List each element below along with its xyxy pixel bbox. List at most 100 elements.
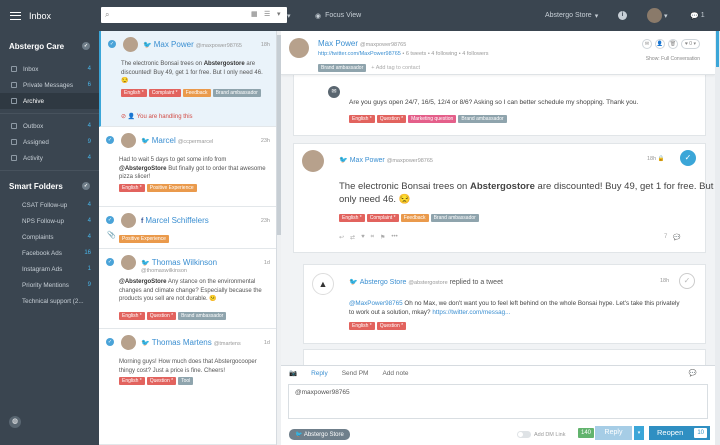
tag[interactable]: English * [119,312,145,320]
reply-count[interactable]: 7 💬 [664,234,681,241]
list-item[interactable]: ✓ 🐦 Marcel @ccpermarcel 23h Had to wait 5 … [99,127,276,207]
user-menu[interactable]: ▾ [647,0,668,31]
sidebar-item-archive[interactable]: Archive [0,93,99,109]
collapse-dropdown[interactable]: ▾ [287,0,291,31]
list-item[interactable]: ✓ 🐦 Thomas Martens @tmartens 1d Morning gu… [99,329,276,445]
store-selector[interactable]: Abstergo Store ▾ [545,0,598,31]
reopen-button[interactable]: Reopen 10 [649,426,710,440]
trash-icon[interactable]: 🗑 [667,39,678,49]
add-tag-link[interactable]: + Add tag to contact [371,65,420,71]
timestamp: 18h 🔒 [647,156,665,162]
tag[interactable]: Tool [178,377,194,385]
globe-icon[interactable]: ◍ [9,416,21,428]
mention-link[interactable]: @MaxPower98765 [349,300,403,307]
contact-url[interactable]: http://twitter.com/MaxPower98765 [318,51,401,57]
panel-scrollbar-thumb[interactable] [716,31,719,67]
tag[interactable]: Question * [146,377,177,385]
search-input[interactable]: ⌕ ▦ ☰ ▾ [101,7,287,23]
sidebar-item-outbox[interactable]: Outbox 4 [0,118,99,134]
tag[interactable]: English * [339,214,365,222]
tag[interactable]: English * [119,377,145,385]
check-icon[interactable]: ✓ [108,40,116,48]
folder-csat[interactable]: CSAT Follow-up 4 [0,197,99,213]
contact-name[interactable]: Max Power @maxpower98765 [318,39,406,48]
tab-reply[interactable]: Reply [311,370,328,377]
chat-button[interactable]: 💬 1 [690,0,705,31]
folder-instagram-ads[interactable]: Instagram Ads 1 [0,261,99,277]
info-button[interactable]: i [618,0,627,31]
user-icon[interactable]: 👤 [654,39,665,49]
chat-icon[interactable]: 💬 [689,369,697,377]
check-icon[interactable]: ✓ [679,273,695,289]
check-icon[interactable]: ✓ [680,150,696,166]
panel-scrollbar[interactable] [715,31,720,445]
url-link[interactable]: https://twitter.com/messag... [432,309,510,316]
check-icon[interactable]: ✓ [106,338,114,346]
tag[interactable]: Complaint * [366,214,399,222]
folder-priority-mentions[interactable]: Priority Mentions 9 [0,277,99,293]
inbox-menu[interactable]: Inbox [0,0,99,31]
tab-add-note[interactable]: Add note [382,370,408,377]
filter-icon[interactable]: ☰ [264,10,270,18]
toggle-switch[interactable] [517,431,531,438]
conversation-reply[interactable]: ▲ 🐦 Abstergo Store @abstergostore replied … [303,264,706,344]
focus-view-button[interactable]: ◉ Focus View [315,0,361,31]
mail-icon[interactable]: ✉ [641,39,652,49]
reply-input[interactable]: @maxpower98765 [288,384,708,419]
tag[interactable]: Question * [376,115,407,123]
sidebar-item-inbox[interactable]: Inbox 4 [0,61,99,77]
reply-dropdown[interactable]: ▾ [634,426,644,440]
tag[interactable]: English * [119,184,145,192]
tag[interactable]: Brand ambassador [458,115,507,123]
folder-nps[interactable]: NPS Follow-up 4 [0,213,99,229]
check-icon[interactable]: ✓ [106,216,114,224]
conversation-message[interactable]: ✉ Are you guys open 24/7, 16/5, 12/4 or … [293,71,706,136]
tab-send-pm[interactable]: Send PM [342,370,369,377]
heart-icon[interactable]: ♥ [361,234,365,241]
tag[interactable]: English * [349,322,375,330]
tag[interactable]: Positive Experience [119,235,169,243]
list-item[interactable]: ✓ f Marcel Schiffelers 23h 📎 Positive Exp… [99,207,276,249]
account-selector[interactable]: 🐦 Abstergo Store [289,429,350,440]
tag[interactable]: Feedback [400,214,429,222]
camera-icon[interactable]: 📷 [289,369,297,377]
folder-technical-support[interactable]: Technical support (2... [0,293,99,309]
conversation-message[interactable]: 🐦 Max Power @maxpower98765 18h 🔒 ✓ The ele… [293,143,719,253]
sidebar-item-activity[interactable]: Activity 4 [0,150,99,166]
reply-button[interactable]: Reply [595,426,632,440]
like-counter[interactable]: ♥ 0 ▾ [680,39,700,49]
check-icon[interactable]: ✓ [106,258,114,266]
list-item[interactable]: ✓ 🐦 Thomas Wilkinson @thomaswilkinson 1d … [99,249,276,329]
tag[interactable]: Brand ambassador [318,64,367,72]
sidebar-item-assigned[interactable]: Assigned 9 [0,134,99,150]
flag-icon[interactable]: ⚑ [380,234,385,241]
show-selector[interactable]: Show: Full Conversation [646,56,700,62]
tag[interactable]: Brand ambassador [178,312,227,320]
tag[interactable]: Question * [146,312,177,320]
reply-icon[interactable]: ↩ [339,234,344,241]
tag[interactable]: English * [121,89,147,97]
tag-list: English * Question * Brand ambassador [119,312,269,320]
sidebar-item-private-messages[interactable]: Private Messages 6 [0,77,99,93]
tag[interactable]: Complaint * [148,89,181,97]
folder-complaints[interactable]: Complaints 4 [0,229,99,245]
tag[interactable]: English * [349,115,375,123]
tag[interactable]: Positive Experience [146,184,197,192]
tag[interactable]: Question * [376,322,407,330]
tag[interactable]: Brand ambassador [430,214,479,222]
tag[interactable]: Marketing question [408,115,457,123]
account-selector[interactable]: Abstergo Care ✓ [0,31,99,61]
tag[interactable]: Feedback [182,89,211,97]
calendar-icon[interactable]: ▦ [251,10,258,18]
check-icon[interactable]: ✓ [106,136,114,144]
dm-link-toggle[interactable]: Add DM Link [517,431,566,438]
hamburger-icon[interactable] [10,11,21,20]
retweet-icon[interactable]: ⇄ [350,234,355,241]
smart-folders-header[interactable]: Smart Folders ✓ [0,175,99,197]
tag-icon[interactable]: ⌗ [371,234,374,241]
search-dropdown-icon[interactable]: ▾ [277,10,281,18]
folder-facebook-ads[interactable]: Facebook Ads 16 [0,245,99,261]
more-icon[interactable]: ••• [391,234,397,241]
list-item[interactable]: ✓ 🐦 Max Power @maxpower98765 18h The elect… [99,31,276,127]
tag[interactable]: Brand ambassador [212,89,261,97]
